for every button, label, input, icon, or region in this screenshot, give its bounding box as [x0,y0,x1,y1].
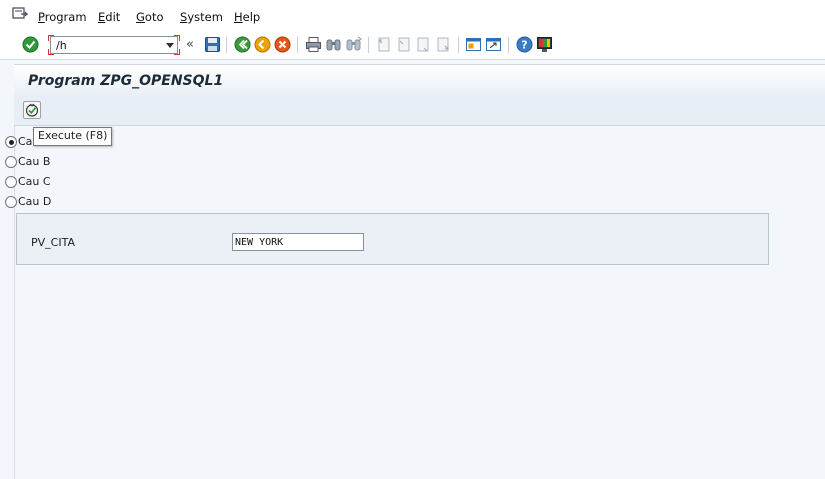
radio-button[interactable] [5,136,17,148]
chevron-down-icon[interactable] [166,43,174,48]
execute-button[interactable] [23,101,41,119]
enter-icon[interactable] [22,36,39,53]
radio-label: Cau D [18,195,52,208]
execute-icon [25,103,39,117]
execute-tooltip: Execute (F8) [33,127,113,146]
menu-program-accel: P [38,10,45,24]
menu-help-label: elp [242,10,261,24]
svg-text:?: ? [521,39,527,52]
page-title: Program ZPG_OPENSQL1 [28,73,224,89]
menu-program-label: rogram [44,10,87,24]
radio-button[interactable] [5,196,17,208]
find-next-icon[interactable] [345,36,362,53]
radio-label: Cau C [18,175,51,188]
print-icon[interactable] [305,36,322,53]
radio-label: Cau B [18,155,51,168]
toolbar-separator [458,37,459,53]
system-menu-icon[interactable] [12,7,28,21]
radio-selected-dot [8,139,14,145]
parameter-label: PV_CITA [31,236,75,249]
first-page-icon[interactable] [375,36,392,53]
menu-goto-label: oto [144,10,164,24]
back-icon[interactable] [234,36,251,53]
selection-screen [14,126,825,479]
toolbar-separator [508,37,509,53]
toolbar-separator [226,37,227,53]
collapse-command-icon[interactable]: « [186,37,194,52]
toolbar-separator [368,37,369,53]
title-bar: Program ZPG_OPENSQL1 [14,64,825,98]
customize-layout-icon[interactable] [536,36,553,53]
radio-button[interactable] [5,156,17,168]
help-icon[interactable]: ? [516,36,533,53]
next-page-icon[interactable] [415,36,432,53]
shortcut-icon[interactable] [485,36,502,53]
menu-bar: Program Edit Goto System Help [0,0,825,32]
command-field-wrapper: /h [48,35,180,55]
create-session-icon[interactable] [465,36,482,53]
menu-program[interactable]: Program [38,10,87,24]
previous-page-icon[interactable] [395,36,412,53]
pv-cita-input[interactable] [232,233,364,251]
command-field-value: /h [56,39,67,52]
parameter-group: PV_CITA [16,213,769,265]
menu-help[interactable]: Help [234,10,260,24]
exit-icon[interactable] [254,36,271,53]
find-icon[interactable] [325,36,342,53]
menu-goto-accel: G [136,10,145,24]
menu-system-label: ystem [187,10,223,24]
radio-button[interactable] [5,176,17,188]
menu-edit-label: dit [105,10,121,24]
standard-toolbar: /h « ? [0,31,825,60]
menu-edit[interactable]: Edit [98,10,120,24]
application-toolbar [14,97,825,126]
menu-system[interactable]: System [180,10,223,24]
save-icon[interactable] [204,36,221,53]
toolbar-separator [297,37,298,53]
menu-goto[interactable]: Goto [136,10,164,24]
pv-cita-field[interactable] [233,234,363,250]
command-field[interactable]: /h [50,36,178,54]
last-page-icon[interactable] [435,36,452,53]
menu-help-accel: H [234,10,243,24]
cancel-icon[interactable] [274,36,291,53]
